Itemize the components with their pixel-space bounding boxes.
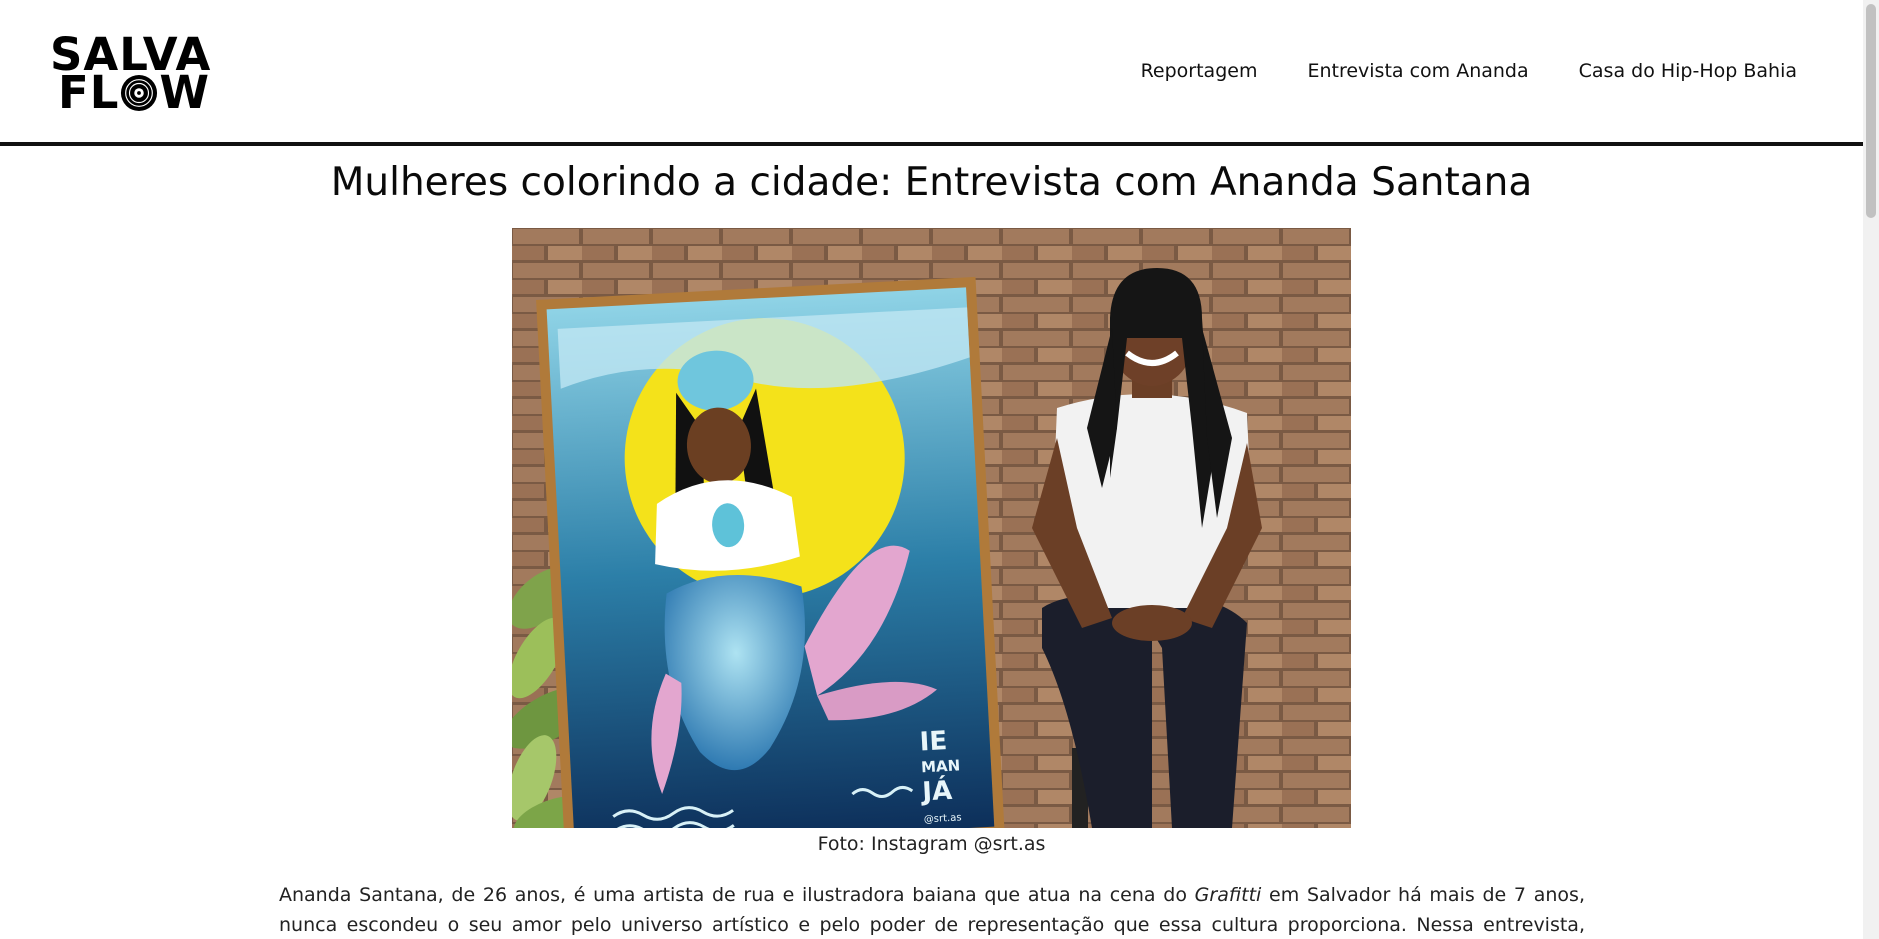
article-title: Mulheres colorindo a cidade: Entrevista … [330, 160, 1533, 205]
vinyl-record-icon [121, 74, 158, 111]
painting-lettering-man: MAN [921, 756, 961, 776]
logo-line-2-end: W [159, 66, 211, 119]
logo-line-2-start: FL [58, 66, 120, 119]
page: SALVA FL W Reportagem Entrevista com Ana… [0, 0, 1879, 939]
image-caption: Foto: Instagram @srt.as [817, 833, 1046, 855]
scrollbar-thumb[interactable] [1866, 4, 1876, 218]
hero-photo: IE MAN JÁ @srt.as [512, 228, 1351, 828]
site-header: SALVA FL W Reportagem Entrevista com Ana… [0, 0, 1863, 146]
nav-link-reportagem[interactable]: Reportagem [1141, 60, 1258, 82]
vertical-scrollbar[interactable] [1863, 0, 1879, 939]
painting-lettering-ie: IE [919, 726, 948, 757]
intro-emphasis: Grafitti [1194, 884, 1262, 906]
photo-artist-with-painting: IE MAN JÁ @srt.as [512, 228, 1351, 828]
article-intro-paragraph: Ananda Santana, de 26 anos, é uma artist… [279, 880, 1585, 939]
painting-signature: @srt.as [924, 812, 962, 825]
nav-link-casa-hip-hop[interactable]: Casa do Hip-Hop Bahia [1579, 60, 1797, 82]
intro-text-start: Ananda Santana, de 26 anos, é uma artist… [279, 884, 1195, 906]
painting-lettering-ja: JÁ [919, 774, 952, 808]
salva-flow-logo[interactable]: SALVA FL W [50, 32, 222, 115]
logo-line-2: FL W [58, 70, 210, 115]
main-nav: Reportagem Entrevista com Ananda Casa do… [1141, 60, 1797, 82]
nav-link-entrevista[interactable]: Entrevista com Ananda [1307, 60, 1528, 82]
